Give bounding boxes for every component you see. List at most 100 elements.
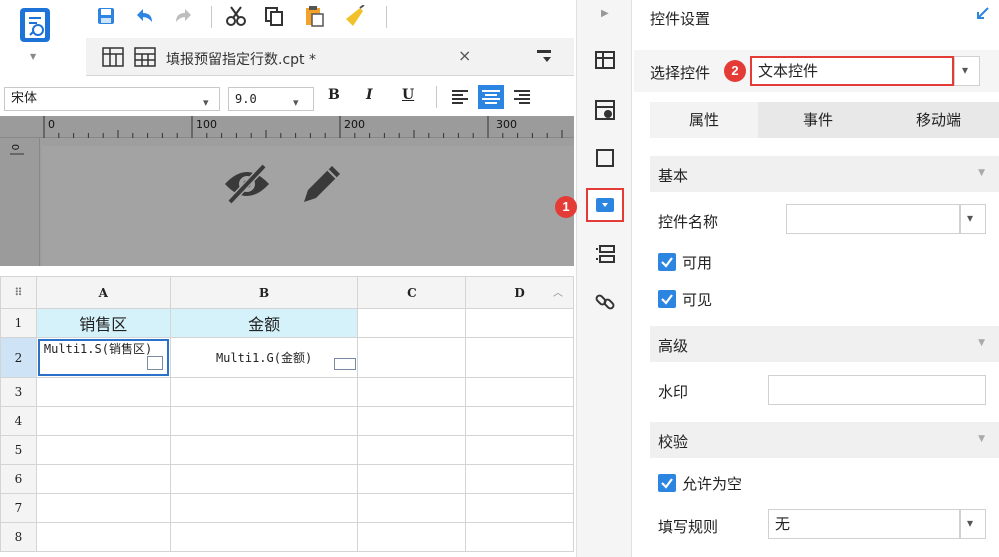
tab-mobile[interactable]: 移动端 (878, 102, 999, 138)
allow-empty-checkbox[interactable] (658, 474, 676, 492)
cell[interactable] (357, 377, 467, 407)
chevron-down-icon[interactable]: ▼ (30, 52, 36, 61)
format-painter-icon[interactable] (342, 4, 366, 28)
section-advanced[interactable]: 高级 ▼ (650, 326, 999, 362)
cell[interactable] (465, 522, 574, 552)
redo-icon[interactable] (172, 4, 196, 28)
row-header[interactable]: 6 (0, 464, 37, 494)
cell[interactable] (35, 493, 171, 523)
row-header[interactable]: 3 (0, 377, 37, 407)
column-header-a[interactable]: A (35, 276, 171, 309)
file-tab[interactable]: 填报预留指定行数.cpt * × (86, 38, 574, 76)
fill-rule-select[interactable]: 无 (768, 509, 960, 539)
cell[interactable] (169, 522, 359, 552)
row-header[interactable]: 1 (0, 308, 37, 338)
tab-attributes[interactable]: 属性 (650, 102, 758, 138)
cell[interactable] (465, 377, 574, 407)
table-row: 4 (0, 406, 574, 436)
cell-b1[interactable]: 金额 (169, 308, 359, 338)
table-row: 2 Multi1.S(销售区) Multi1.G(金额) (0, 337, 574, 378)
cell[interactable] (35, 522, 171, 552)
parameter-canvas[interactable] (42, 146, 574, 266)
cell[interactable] (357, 406, 467, 436)
tab-menu-icon[interactable] (536, 48, 552, 68)
section-validation[interactable]: 校验 ▼ (650, 422, 999, 458)
widget-type-select[interactable]: 文本控件 (750, 56, 954, 86)
widget-type-dropdown[interactable]: ▾ (954, 56, 980, 86)
align-right-icon[interactable] (512, 87, 532, 111)
align-left-icon[interactable] (450, 87, 470, 111)
sheet-attr-icon[interactable] (591, 46, 619, 74)
row-header[interactable]: 8 (0, 522, 37, 552)
select-widget-label: 选择控件 (650, 64, 711, 82)
cell[interactable] (465, 406, 574, 436)
cell-c2[interactable] (357, 337, 467, 378)
font-family-select[interactable]: 宋体 ▾ (4, 87, 220, 111)
cell[interactable] (169, 435, 359, 465)
row-header[interactable]: 2 (0, 337, 37, 378)
cell[interactable] (465, 493, 574, 523)
cell[interactable] (357, 464, 467, 494)
scroll-up-icon[interactable]: ︿ (553, 284, 563, 299)
paste-icon[interactable] (302, 4, 326, 28)
cell[interactable] (35, 406, 171, 436)
widget-name-dropdown[interactable]: ▾ (960, 204, 986, 234)
border-icon[interactable] (591, 144, 619, 172)
close-icon[interactable]: × (458, 46, 471, 65)
expand-arrow-icon[interactable]: ▶ (601, 8, 609, 19)
italic-button[interactable]: I (366, 87, 373, 103)
cell[interactable] (169, 464, 359, 494)
cell-d1[interactable] (465, 308, 574, 338)
bold-button[interactable]: B (328, 87, 340, 103)
column-header-b[interactable]: B (169, 276, 359, 309)
tab-title: 填报预留指定行数.cpt * (166, 52, 316, 68)
cell-a2-selected[interactable]: Multi1.S(销售区) (35, 337, 171, 378)
link-icon[interactable] (591, 288, 619, 316)
visible-checkbox[interactable] (658, 290, 676, 308)
collapse-arrow-icon[interactable] (974, 6, 990, 26)
select-all-corner[interactable]: ⠿ (0, 276, 37, 309)
row-header[interactable]: 7 (0, 493, 37, 523)
cut-icon[interactable] (224, 4, 248, 28)
widget-name-input[interactable] (786, 204, 960, 234)
cell[interactable] (357, 493, 467, 523)
column-header-c[interactable]: C (357, 276, 467, 309)
cell-attr-icon[interactable] (591, 96, 619, 124)
cell[interactable] (169, 493, 359, 523)
undo-icon[interactable] (132, 4, 156, 28)
condition-attr-icon[interactable] (591, 240, 619, 268)
pencil-icon[interactable] (298, 160, 346, 212)
section-basic[interactable]: 基本 ▼ (650, 156, 999, 192)
widget-settings-button[interactable] (586, 188, 624, 222)
cell[interactable] (35, 435, 171, 465)
watermark-input[interactable] (768, 375, 986, 405)
spreadsheet[interactable]: ⠿ A B C D 1 销售区 金额 2 Multi1.S(销售区) Multi… (0, 276, 574, 557)
cell[interactable] (35, 377, 171, 407)
eye-off-icon[interactable] (222, 162, 272, 210)
cell[interactable] (465, 435, 574, 465)
underline-button[interactable]: U (402, 87, 414, 103)
cell-b2[interactable]: Multi1.G(金额) (169, 337, 359, 378)
cell-c1[interactable] (357, 308, 467, 338)
save-icon[interactable] (94, 4, 118, 28)
step-badge-1: 1 (555, 196, 577, 218)
enabled-checkbox[interactable] (658, 253, 676, 271)
app-logo-icon[interactable] (20, 8, 50, 42)
cell-a1[interactable]: 销售区 (35, 308, 171, 338)
table-row: 6 (0, 464, 574, 494)
fill-rule-dropdown[interactable]: ▾ (960, 509, 986, 539)
cell[interactable] (465, 464, 574, 494)
cell[interactable] (357, 522, 467, 552)
row-header[interactable]: 5 (0, 435, 37, 465)
cell-grid[interactable]: ⠿ A B C D 1 销售区 金额 2 Multi1.S(销售区) Multi… (0, 276, 574, 552)
tab-events[interactable]: 事件 (758, 102, 878, 138)
row-header[interactable]: 4 (0, 406, 37, 436)
cell-d2[interactable] (465, 337, 574, 378)
cell[interactable] (169, 377, 359, 407)
copy-icon[interactable] (262, 4, 286, 28)
align-center-icon[interactable] (478, 85, 504, 109)
font-size-select[interactable]: 9.0 ▾ (228, 87, 314, 111)
cell[interactable] (35, 464, 171, 494)
cell[interactable] (357, 435, 467, 465)
cell[interactable] (169, 406, 359, 436)
